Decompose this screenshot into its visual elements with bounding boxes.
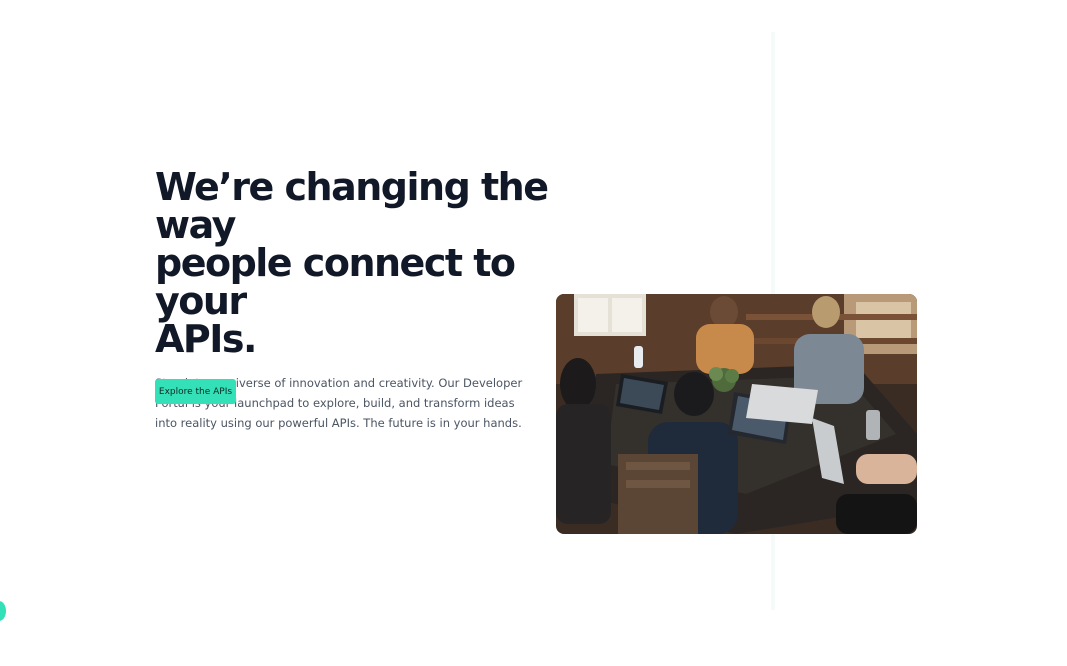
explore-apis-button[interactable]: Explore the APIs: [155, 379, 236, 404]
headline-line-2: people connect to your: [155, 241, 516, 323]
landing-page: We’re changing the way people connect to…: [0, 0, 1067, 666]
hero-headline: We’re changing the way people connect to…: [155, 168, 575, 358]
headline-line-3: APIs.: [155, 317, 257, 361]
headline-line-1: We’re changing the way: [155, 165, 549, 247]
hero-image-team-working: [556, 294, 917, 534]
chat-bubble-icon[interactable]: [0, 601, 6, 621]
